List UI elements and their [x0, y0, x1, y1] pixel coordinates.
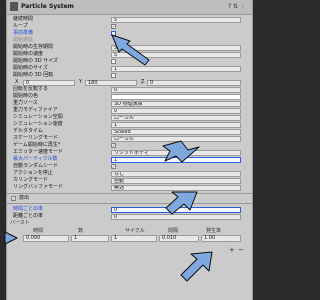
arrow-icon [162, 140, 200, 163]
annotation-arrows [4, 34, 213, 282]
arrow-icon [180, 251, 213, 282]
arrow-icon [4, 231, 18, 245]
arrow-icon [165, 191, 198, 215]
arrow-icon [111, 34, 150, 66]
